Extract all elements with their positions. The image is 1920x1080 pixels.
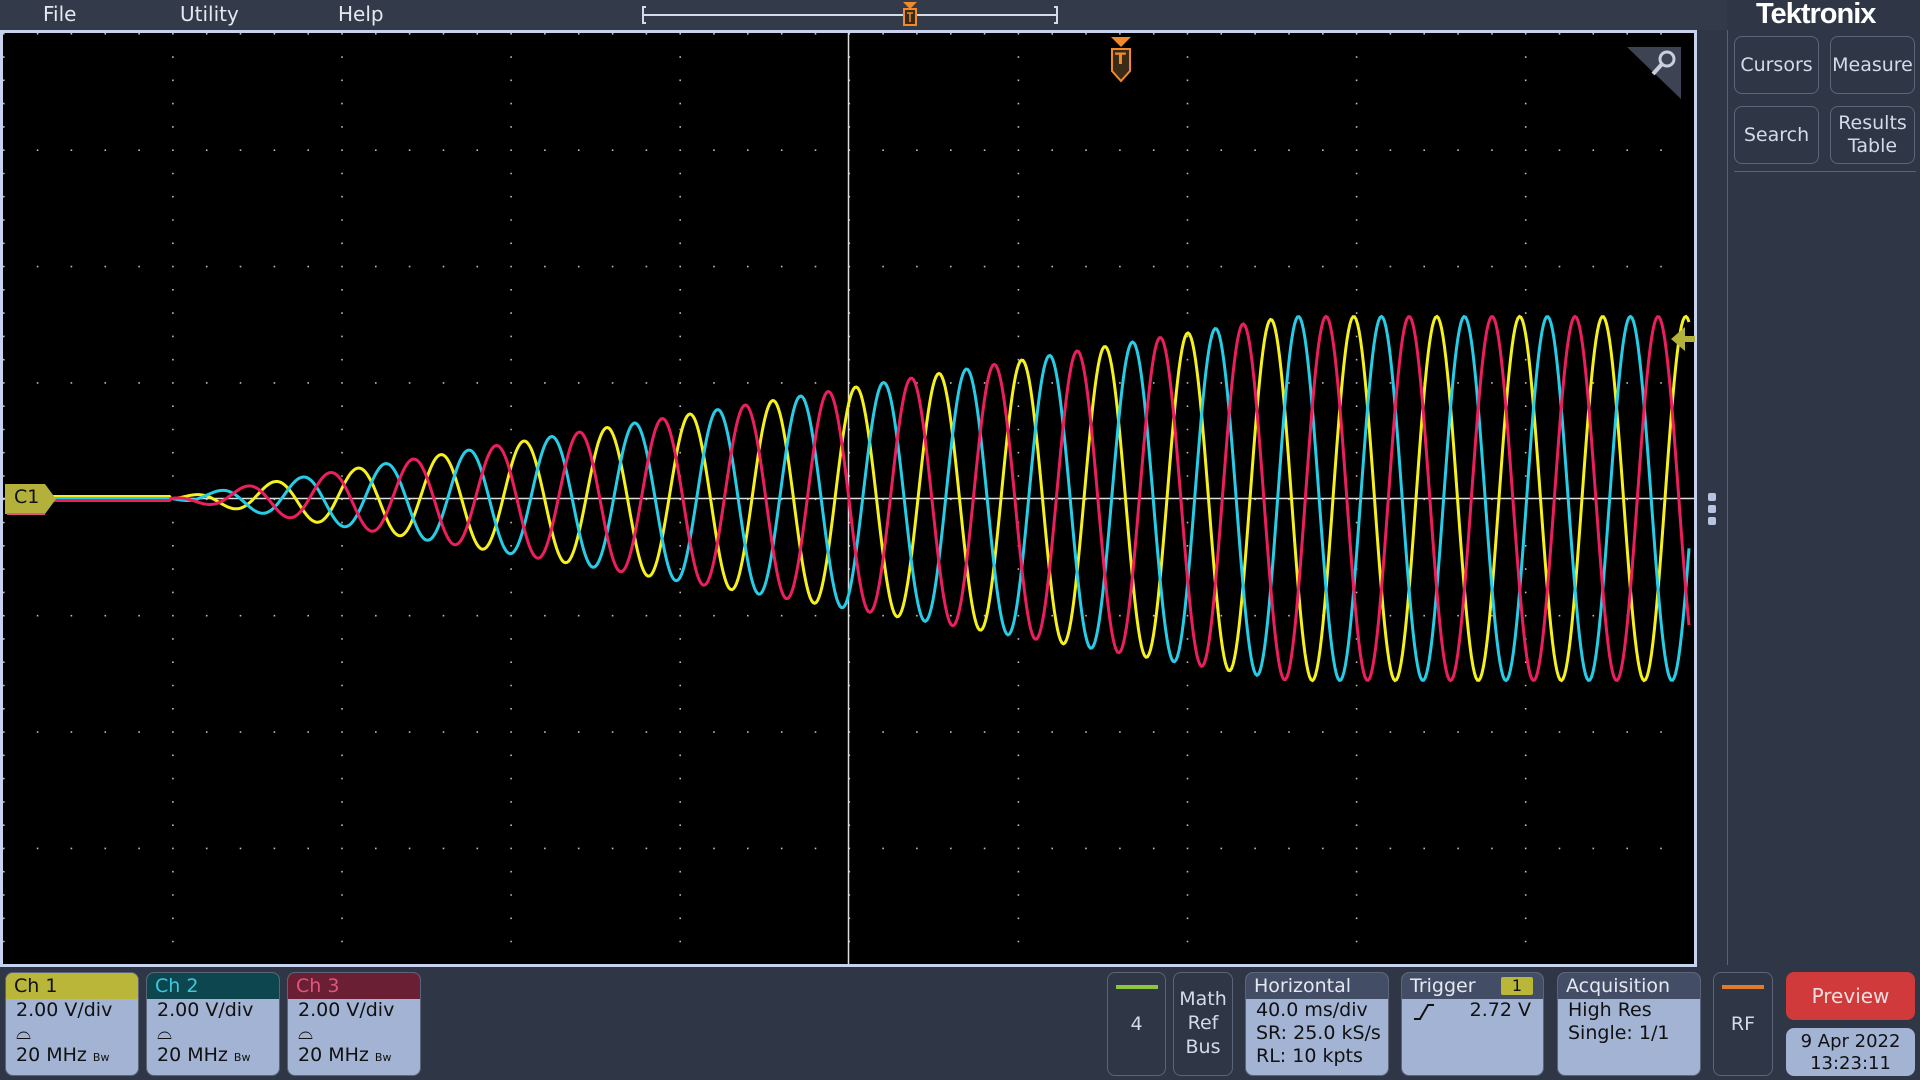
channel-2-scale: 2.00 V/div	[157, 999, 254, 1021]
menu-help[interactable]: Help	[338, 2, 384, 26]
record-view-slider[interactable]	[640, 0, 1060, 30]
tektronix-logo: Tektronix	[1756, 0, 1876, 30]
trigger-level: 2.72 V	[1469, 999, 1531, 1021]
channel-3-scale: 2.00 V/div	[298, 999, 395, 1021]
channel-2-badge[interactable]: Ch 2 2.00 V/div ⌓ 20 MHz Bw	[146, 972, 280, 1076]
trigger-source: 1	[1501, 977, 1533, 995]
channel-3-label: Ch 3	[288, 973, 420, 999]
ref-label: Ref	[1187, 1012, 1219, 1034]
channel-3-bandwidth: 20 MHz	[298, 1044, 369, 1066]
results-table-label: Results Table	[1838, 112, 1907, 157]
horizontal-title: Horizontal	[1246, 973, 1388, 999]
probe-icon: ⌓	[157, 1022, 173, 1044]
rf-button[interactable]: RF	[1713, 972, 1773, 1076]
probe-icon: ⌓	[298, 1022, 314, 1044]
channel-4-label: 4	[1130, 1013, 1143, 1035]
record-length: RL: 10 kpts	[1256, 1045, 1363, 1067]
acquisition-title: Acquisition	[1558, 973, 1700, 999]
trigger-level-arrow-icon[interactable]	[1671, 325, 1695, 353]
channel-3-badge[interactable]: Ch 3 2.00 V/div ⌓ 20 MHz Bw	[287, 972, 421, 1076]
channel-2-bandwidth: 20 MHz	[157, 1044, 228, 1066]
trigger-title: Trigger	[1410, 975, 1476, 997]
channel-2-label: Ch 2	[147, 973, 279, 999]
measure-button[interactable]: Measure	[1830, 36, 1915, 94]
probe-icon: ⌓	[16, 1022, 32, 1044]
bus-label: Bus	[1185, 1036, 1221, 1058]
rf-label: RF	[1730, 1013, 1756, 1035]
channel-1-scale: 2.00 V/div	[16, 999, 113, 1021]
math-label: Math	[1179, 988, 1227, 1010]
datetime-display[interactable]: 9 Apr 2022 13:23:11	[1786, 1028, 1915, 1076]
channel-1-offset-marker[interactable]: C1	[5, 483, 57, 515]
zoom-magnifier-icon[interactable]	[1623, 43, 1685, 103]
math-ref-bus-button[interactable]: Math Ref Bus	[1173, 972, 1233, 1076]
more-options-handle[interactable]	[1708, 493, 1716, 529]
horizontal-scale: 40.0 ms/div	[1256, 999, 1368, 1021]
panel-divider	[1734, 171, 1916, 172]
channel-1-badge[interactable]: Ch 1 2.00 V/div ⌓ 20 MHz Bw	[5, 972, 139, 1076]
channel-4-color-bar	[1115, 985, 1158, 989]
results-table-button[interactable]: Results Table	[1830, 106, 1915, 164]
menu-bar: File Utility Help	[0, 0, 1727, 30]
bandwidth-limit-icon: Bw	[92, 1051, 110, 1064]
date: 9 Apr 2022	[1800, 1031, 1901, 1052]
waveform-plot[interactable]: T C1	[0, 30, 1697, 967]
rf-color-bar	[1722, 985, 1764, 989]
bandwidth-limit-icon: Bw	[374, 1051, 392, 1064]
trigger-badge[interactable]: Trigger 1 2.72 V	[1401, 972, 1544, 1076]
rising-edge-icon	[1414, 1003, 1434, 1020]
menu-file[interactable]: File	[43, 2, 76, 26]
right-panel: Cursors Measure Search Results Table	[1727, 30, 1920, 965]
channel-1-label: Ch 1	[6, 973, 138, 999]
add-channel-4-button[interactable]: 4	[1107, 972, 1166, 1076]
channel-marker-label: C1	[14, 486, 40, 508]
preview-button[interactable]: Preview	[1786, 972, 1915, 1020]
cursors-button[interactable]: Cursors	[1734, 36, 1819, 94]
trigger-marker-label: T	[1115, 49, 1126, 68]
sample-rate: SR: 25.0 kS/s	[1256, 1022, 1381, 1044]
search-button[interactable]: Search	[1734, 106, 1819, 164]
time: 13:23:11	[1810, 1053, 1891, 1074]
trigger-position-icon[interactable]	[903, 2, 917, 26]
channel-1-bandwidth: 20 MHz	[16, 1044, 87, 1066]
menu-utility[interactable]: Utility	[180, 2, 239, 26]
acquisition-status: Single: 1/1	[1568, 1022, 1670, 1044]
horizontal-badge[interactable]: Horizontal 40.0 ms/div SR: 25.0 kS/s RL:…	[1245, 972, 1389, 1076]
waveform-canvas	[3, 33, 1694, 964]
bandwidth-limit-icon: Bw	[233, 1051, 251, 1064]
acquisition-badge[interactable]: Acquisition High Res Single: 1/1	[1557, 972, 1701, 1076]
acquisition-mode: High Res	[1568, 999, 1652, 1021]
